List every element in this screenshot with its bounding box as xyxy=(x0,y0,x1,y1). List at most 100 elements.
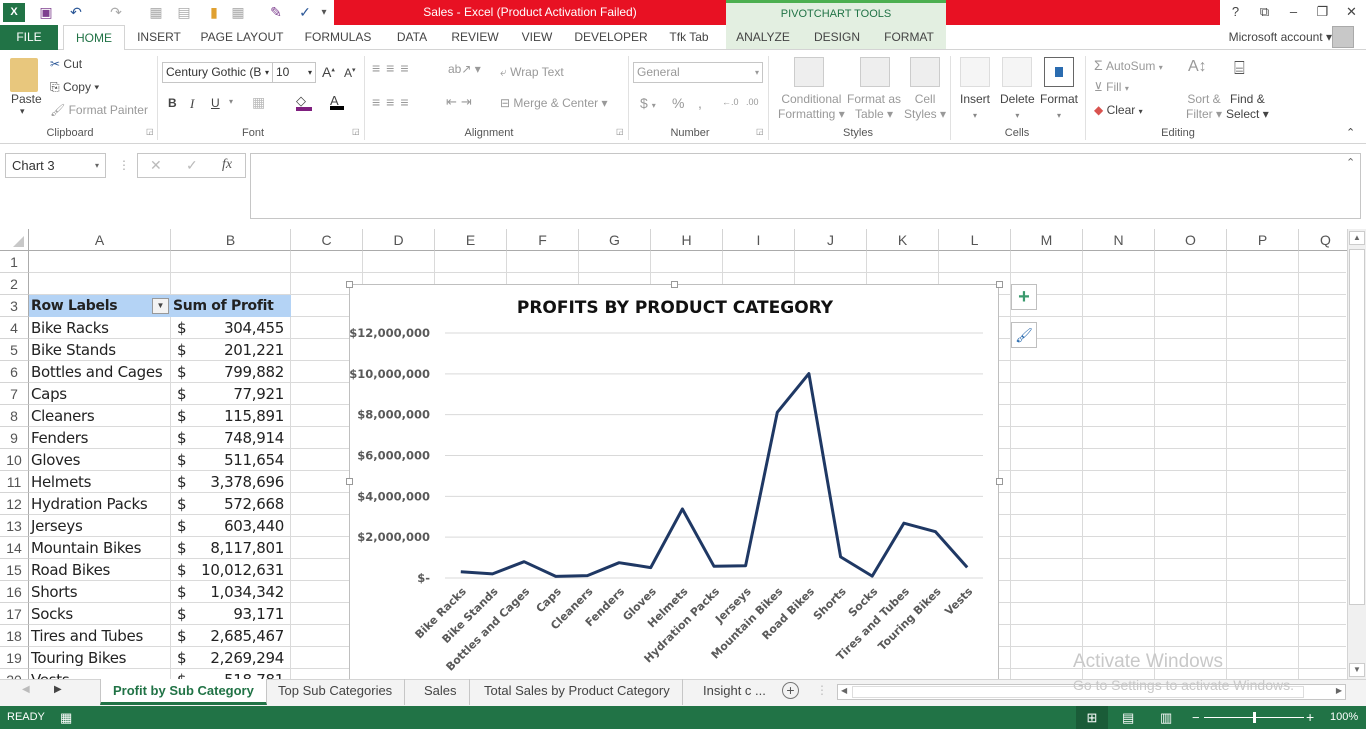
account-menu[interactable]: Microsoft account ▾ xyxy=(1229,25,1332,50)
cell-styles-icon[interactable] xyxy=(910,57,940,87)
row-header-15[interactable]: 15 xyxy=(0,559,29,581)
paste-button[interactable]: Paste xyxy=(11,92,42,106)
delete-cells-icon[interactable] xyxy=(1002,57,1032,87)
pivot-row-value[interactable]: 511,654 xyxy=(224,449,284,471)
collapse-formula-bar-icon[interactable]: ⌃ xyxy=(1346,156,1355,169)
paste-dropdown-icon[interactable]: ▾ xyxy=(20,106,25,117)
name-box[interactable]: Chart 3 ▾ xyxy=(5,153,106,178)
enter-icon[interactable]: ✓ xyxy=(186,157,198,174)
number-launcher-icon[interactable]: ◲ xyxy=(756,127,764,136)
column-header-b[interactable]: B xyxy=(171,229,291,251)
pivot-row-label[interactable]: Shorts xyxy=(31,581,78,603)
pivot-row-value[interactable]: 2,269,294 xyxy=(210,647,284,669)
collapse-ribbon-icon[interactable]: ⌃ xyxy=(1346,126,1355,139)
page-layout-view-icon[interactable]: ▤ xyxy=(1122,706,1134,729)
close-icon[interactable]: ✕ xyxy=(1337,0,1366,25)
row-header-10[interactable]: 10 xyxy=(0,449,29,471)
cancel-icon[interactable]: ✕ xyxy=(150,157,162,174)
redo-icon[interactable]: ↷ xyxy=(106,3,126,22)
next-sheet-icon[interactable]: ▶ xyxy=(54,684,62,695)
number-format-combo[interactable]: General ▾ xyxy=(633,62,763,83)
copy-button[interactable]: ⎘ Copy ▾ xyxy=(50,80,99,95)
delete-cells-button[interactable]: Delete ▾ xyxy=(1000,92,1035,123)
column-header-c[interactable]: C xyxy=(291,229,363,251)
pivot-row-value[interactable]: 93,171 xyxy=(233,603,284,625)
resize-handle[interactable] xyxy=(671,281,678,288)
conditional-formatting-button[interactable]: Conditional Formatting ▾ xyxy=(778,92,845,122)
shrink-font-icon[interactable]: A▾ xyxy=(344,66,356,80)
macro-record-icon[interactable]: ▦ xyxy=(60,706,72,729)
tab-design[interactable]: DESIGN xyxy=(808,25,866,50)
row-header-12[interactable]: 12 xyxy=(0,493,29,515)
format-as-table-button[interactable]: Format as Table ▾ xyxy=(847,92,901,122)
tab-format[interactable]: FORMAT xyxy=(876,25,942,50)
formula-input[interactable] xyxy=(250,153,1361,219)
orientation-icon[interactable]: ab↗ ▾ xyxy=(448,62,481,76)
column-header-q[interactable]: Q xyxy=(1299,229,1353,251)
customize-qat-icon[interactable]: ▾ xyxy=(318,3,330,22)
format-cells-button[interactable]: Format ▾ xyxy=(1040,92,1078,123)
pivot-field-icon[interactable]: ▦ xyxy=(146,3,166,22)
restore-icon[interactable]: ❐ xyxy=(1308,0,1337,25)
clear-button[interactable]: ◆ Clear ▾ xyxy=(1094,103,1143,117)
borders-icon[interactable]: ▦ xyxy=(252,94,265,111)
percent-button[interactable]: % xyxy=(672,95,684,111)
row-header-18[interactable]: 18 xyxy=(0,625,29,647)
sheet-tab-top-sub-categories[interactable]: Top Sub Categories xyxy=(266,679,406,705)
help-icon[interactable]: ? xyxy=(1221,0,1250,25)
comma-button[interactable]: , xyxy=(698,95,702,111)
tab-analyze[interactable]: ANALYZE xyxy=(730,25,796,50)
resize-handle[interactable] xyxy=(346,478,353,485)
column-header-k[interactable]: K xyxy=(867,229,939,251)
resize-handle[interactable] xyxy=(996,478,1003,485)
table-style-icon[interactable]: ▦ xyxy=(228,3,248,22)
pivot-row-value[interactable]: 1,034,342 xyxy=(210,581,284,603)
format-cells-icon[interactable] xyxy=(1044,57,1074,87)
pivot-row-label[interactable]: Mountain Bikes xyxy=(31,537,141,559)
horizontal-align-icons[interactable]: ≡≡≡ xyxy=(372,94,415,110)
pivot-row-label[interactable]: Touring Bikes xyxy=(31,647,126,669)
undo-icon[interactable]: ↶ xyxy=(66,3,86,22)
cut-button[interactable]: ✂ Cut xyxy=(50,57,82,71)
chevron-down-icon[interactable]: ▾ xyxy=(229,97,233,106)
row-header-19[interactable]: 19 xyxy=(0,647,29,669)
spelling-icon[interactable]: ✓ xyxy=(295,3,315,22)
resize-handle[interactable] xyxy=(346,281,353,288)
scroll-up-icon[interactable]: ▲ xyxy=(1349,231,1365,245)
row-header-8[interactable]: 8 xyxy=(0,405,29,427)
format-as-table-icon[interactable] xyxy=(860,57,890,87)
pivot-row-value[interactable]: 799,882 xyxy=(224,361,284,383)
autosum-button[interactable]: Σ AutoSum ▾ xyxy=(1094,57,1163,73)
underline-button[interactable]: U xyxy=(211,96,220,110)
row-header-17[interactable]: 17 xyxy=(0,603,29,625)
pivot-row-label[interactable]: Bike Racks xyxy=(31,317,109,339)
scroll-down-icon[interactable]: ▼ xyxy=(1349,663,1365,677)
formula-bar-grip-icon[interactable]: ⋮ xyxy=(118,158,130,172)
row-header-2[interactable]: 2 xyxy=(0,273,29,295)
font-launcher-icon[interactable]: ◲ xyxy=(352,127,360,136)
zoom-slider-thumb[interactable] xyxy=(1253,712,1256,723)
fill-color-icon[interactable]: ◇ xyxy=(296,93,312,111)
chart-icon[interactable]: ▮ xyxy=(204,3,224,22)
pivot-row-value[interactable]: 572,668 xyxy=(224,493,284,515)
binoculars-icon[interactable]: ⌸ xyxy=(1234,58,1245,79)
tab-page-layout[interactable]: PAGE LAYOUT xyxy=(196,25,288,50)
tab-view[interactable]: VIEW xyxy=(516,25,558,50)
conditional-formatting-icon[interactable] xyxy=(794,57,824,87)
zoom-in-icon[interactable]: + xyxy=(1306,706,1314,729)
font-name-combo[interactable]: Century Gothic (B ▾ xyxy=(162,62,273,83)
scroll-left-icon[interactable]: ◀ xyxy=(841,686,847,695)
pivot-row-label[interactable]: Fenders xyxy=(31,427,88,449)
wrap-text-button[interactable]: ⤶ Wrap Text xyxy=(500,65,564,80)
row-header-4[interactable]: 4 xyxy=(0,317,29,339)
sort-filter-button[interactable]: Sort & Filter ▾ xyxy=(1186,92,1222,122)
pivot-row-label[interactable]: Socks xyxy=(31,603,73,625)
avatar[interactable] xyxy=(1332,26,1354,48)
pivot-row-label[interactable]: Bottles and Cages xyxy=(31,361,163,383)
select-all-corner[interactable] xyxy=(0,229,29,251)
pivot-row-value[interactable]: 603,440 xyxy=(224,515,284,537)
column-header-o[interactable]: O xyxy=(1155,229,1227,251)
indent-icons[interactable]: ⇤⇥ xyxy=(446,94,476,110)
pivot-chart[interactable]: PROFITS BY PRODUCT CATEGORY $- $2,000,000 $… xyxy=(349,284,999,684)
clipboard-launcher-icon[interactable]: ◲ xyxy=(146,127,154,136)
